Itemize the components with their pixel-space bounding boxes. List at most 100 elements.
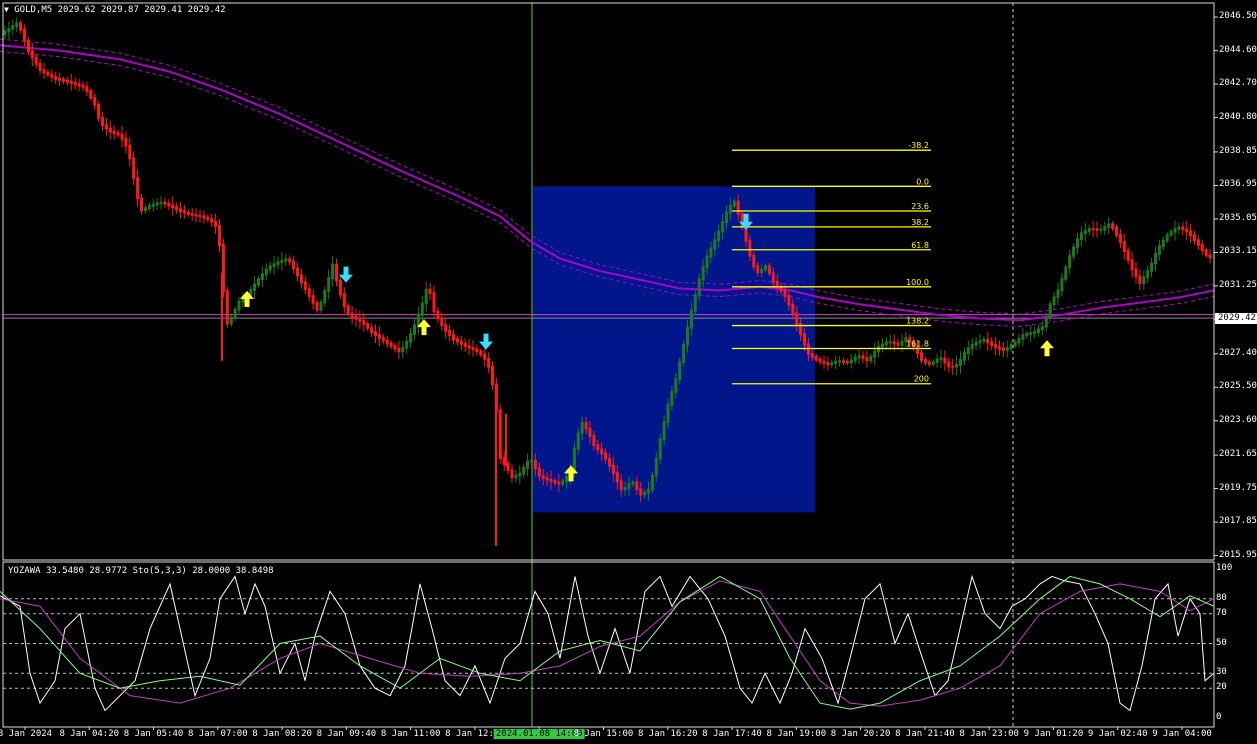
bull-candle <box>713 239 717 250</box>
bear-candle <box>202 215 206 219</box>
bull-candle <box>728 204 732 214</box>
bull-candle <box>323 290 327 304</box>
bear-candle <box>639 488 643 496</box>
bull-candle <box>627 482 631 489</box>
stoch-values: 28.0000 38.8498 <box>192 566 274 576</box>
indicator-tick-label: 50 <box>1216 637 1227 648</box>
bear-candle <box>487 357 491 368</box>
bull-candle <box>237 300 241 311</box>
crosshair-time-label: 2024.01.08 14:00 <box>493 729 585 739</box>
main-chart-header: ▼ GOLD,M5 2029.62 2029.87 2029.41 2029.4… <box>4 5 226 15</box>
bull-candle <box>658 438 662 460</box>
price-tick-label: 2017.85 <box>1219 516 1257 527</box>
price-tick-label: 2044.60 <box>1219 44 1257 55</box>
bull-candle <box>276 261 280 266</box>
bear-candle <box>803 333 806 346</box>
bear-candle <box>288 258 292 263</box>
bear-candle <box>108 127 112 133</box>
bull-candle <box>678 361 682 380</box>
indicator-tick-label: 0 <box>1216 712 1222 722</box>
indicator-tick-label: 80 <box>1216 592 1227 603</box>
main-price-chart[interactable]: -38.20.023.638.261.8100.0138.2161.8200 <box>0 0 1257 744</box>
bear-candle <box>483 353 487 360</box>
bear-candle <box>826 362 830 366</box>
bear-candle <box>50 73 54 78</box>
bull-candle <box>284 258 288 262</box>
bear-candle <box>397 347 401 353</box>
bull-candle <box>849 359 853 364</box>
bear-candle <box>861 355 865 360</box>
bull-candle <box>970 343 974 350</box>
bear-candle <box>428 288 432 295</box>
bear-candle <box>986 338 990 344</box>
bear-candle <box>506 463 510 472</box>
bear-candle <box>455 338 459 343</box>
bull-candle <box>331 263 335 279</box>
trading-terminal: -38.2 0.0 23.6 38.2 61.8 100.0 138.2 161.8 200 ▼… <box>0 0 1257 744</box>
bear-candle <box>362 320 366 325</box>
bear-candle <box>370 327 374 334</box>
bear-candle <box>299 274 303 284</box>
price-tick-label: 2027.40 <box>1219 347 1257 358</box>
bull-candle <box>1025 333 1029 337</box>
bear-candle <box>1115 227 1118 236</box>
price-tick-label: 2040.80 <box>1219 111 1257 122</box>
bull-candle <box>1044 316 1048 328</box>
bear-candle <box>26 39 30 53</box>
bear-candle <box>225 290 229 325</box>
bear-candle <box>771 272 775 283</box>
bull-candle <box>1068 255 1072 269</box>
bull-candle <box>623 487 627 491</box>
price-tick-label: 2033.15 <box>1219 246 1257 257</box>
bear-candle <box>101 117 104 126</box>
bull-candle <box>1033 331 1037 335</box>
bear-candle <box>38 62 42 71</box>
bull-candle <box>686 326 689 346</box>
bull-candle <box>881 343 884 348</box>
bull-candle <box>1103 226 1107 231</box>
bull-candle <box>682 344 686 364</box>
bear-candle <box>93 96 97 106</box>
bear-candle <box>619 480 623 491</box>
sell-arrow-icon <box>479 333 493 350</box>
bear-candle <box>374 331 377 336</box>
bear-candle <box>604 452 608 460</box>
bear-candle <box>218 225 221 247</box>
bull-candle <box>405 340 409 349</box>
bear-candle <box>1118 233 1122 243</box>
bull-candle <box>631 481 635 485</box>
bull-candle <box>834 360 838 364</box>
bull-candle <box>522 466 526 475</box>
bull-candle <box>857 355 861 359</box>
bull-candle <box>1083 230 1087 235</box>
bull-candle <box>151 203 155 207</box>
fib-level-label: 61.8 <box>911 241 929 250</box>
bear-candle <box>112 130 116 135</box>
bear-candle <box>475 348 479 352</box>
bear-candle <box>1200 244 1204 252</box>
bear-candle <box>1196 239 1200 246</box>
bear-candle <box>366 323 370 329</box>
bull-candle <box>1072 246 1076 257</box>
time-tick-label: 8 Jan 15:00 <box>573 729 634 739</box>
bear-candle <box>34 56 38 65</box>
bear-candle <box>393 345 397 350</box>
indicator-line-green <box>0 575 1215 710</box>
bear-candle <box>1126 250 1130 262</box>
bear-candle <box>214 220 218 227</box>
bear-candle <box>1001 347 1005 351</box>
price-tick-label: 2038.85 <box>1219 145 1257 156</box>
bull-candle <box>576 432 580 450</box>
bear-candle <box>206 216 210 220</box>
time-tick-label: 8 Jan 2024 <box>0 729 53 739</box>
bear-candle <box>381 336 385 342</box>
bear-candle <box>533 459 537 470</box>
bull-candle <box>959 359 962 366</box>
bull-candle <box>674 378 678 393</box>
bear-candle <box>1181 226 1185 231</box>
bear-candle <box>557 481 561 485</box>
triangle-down-icon[interactable]: ▼ <box>4 5 9 14</box>
bear-candle <box>58 78 62 81</box>
bull-candle <box>280 259 284 263</box>
bull-candle <box>650 474 654 491</box>
